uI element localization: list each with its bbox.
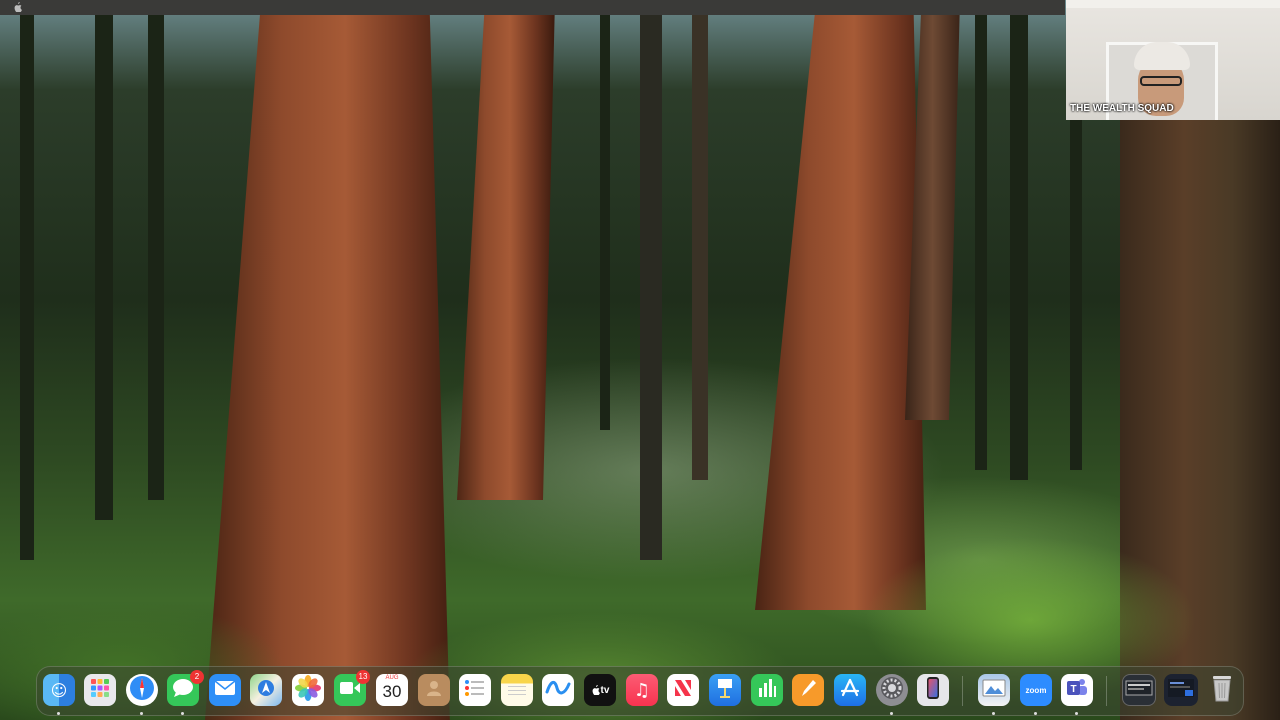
teams-icon: T [1065, 677, 1089, 703]
dock-item-launchpad[interactable] [84, 674, 116, 706]
facetime-icon [339, 681, 361, 699]
dock-item-teams[interactable]: T [1061, 674, 1093, 706]
running-indicator [1075, 712, 1078, 715]
dock-item-news[interactable] [667, 674, 699, 706]
minimized-window-icon [1167, 678, 1195, 702]
finder-icon: ☺ [50, 680, 68, 700]
dock-item-music[interactable]: ♫ [626, 674, 658, 706]
running-indicator [140, 712, 143, 715]
keynote-icon [716, 677, 734, 703]
redwood-trunk [457, 0, 555, 500]
dock-separator [1106, 676, 1107, 706]
dock-item-window-1[interactable] [1122, 674, 1156, 706]
dock-item-finder[interactable]: ☺ [43, 674, 75, 706]
apple-logo-icon[interactable] [13, 2, 22, 13]
calendar-month: AUG [385, 675, 399, 681]
dock-item-app-store[interactable] [834, 674, 866, 706]
dock-item-photos[interactable] [292, 674, 324, 706]
dock-item-safari[interactable] [126, 674, 158, 706]
facetime-badge: 13 [356, 670, 370, 684]
gear-icon [879, 675, 905, 705]
background-tree [1010, 0, 1028, 480]
zoom-label: zoom [1025, 685, 1047, 695]
minimized-window-icon [1125, 680, 1153, 700]
dock-item-reminders[interactable] [459, 674, 491, 706]
news-icon [672, 677, 694, 703]
dock-item-mail[interactable] [209, 674, 241, 706]
participant-name: THE WEALTH SQUAD [1070, 103, 1174, 114]
background-tree [975, 0, 987, 470]
dock-item-window-2[interactable] [1164, 674, 1198, 706]
participant-video-tile[interactable]: THE WEALTH SQUAD [1066, 0, 1280, 120]
dock-item-freeform[interactable] [542, 674, 574, 706]
maps-icon [256, 678, 276, 702]
reminders-icon [464, 678, 486, 702]
dock-item-keynote[interactable] [709, 674, 741, 706]
dock-item-tv[interactable]: tv [584, 674, 616, 706]
dock-item-calendar[interactable]: AUG 30 [376, 674, 408, 706]
dock-item-pages[interactable] [792, 674, 824, 706]
background-tree [148, 0, 164, 500]
dock-item-zoom[interactable]: zoom [1020, 674, 1052, 706]
messages-icon [172, 678, 194, 702]
messages-badge: 2 [190, 670, 204, 684]
photos-icon [295, 675, 321, 705]
pages-icon [798, 678, 818, 702]
trash-icon [1211, 674, 1233, 706]
running-indicator [1034, 712, 1037, 715]
calendar-icon: AUG 30 [376, 674, 408, 706]
running-indicator [181, 712, 184, 715]
menu-bar [0, 0, 1065, 15]
dock-item-maps[interactable] [250, 674, 282, 706]
contacts-icon [424, 678, 444, 702]
svg-text:T: T [1070, 684, 1076, 695]
freeform-icon [545, 678, 571, 702]
dock-separator [962, 676, 963, 706]
notes-icon [506, 680, 528, 700]
zoom-icon: zoom [1026, 686, 1047, 695]
dock-item-numbers[interactable] [751, 674, 783, 706]
music-icon: ♫ [633, 679, 651, 701]
launchpad-icon [90, 678, 110, 702]
dock-item-iphone-mirroring[interactable] [917, 674, 949, 706]
iphone-icon [926, 676, 940, 704]
background-tree [95, 0, 113, 520]
dock-item-trash[interactable] [1206, 674, 1238, 706]
participant-glasses [1140, 76, 1182, 86]
tv-label: tv [600, 684, 610, 696]
mail-icon [214, 680, 236, 700]
running-indicator [57, 712, 60, 715]
running-indicator [992, 712, 995, 715]
dock-item-preview[interactable] [978, 674, 1010, 706]
dock-item-system-settings[interactable] [876, 674, 908, 706]
safari-icon [128, 674, 156, 706]
running-indicator [890, 712, 893, 715]
calendar-day: 30 [382, 682, 402, 701]
preview-icon [982, 678, 1006, 702]
background-tree [692, 0, 708, 480]
room-ceiling [1066, 0, 1280, 8]
numbers-icon [757, 678, 777, 702]
tv-icon: tv [591, 684, 610, 696]
dock-item-contacts[interactable] [418, 674, 450, 706]
background-tree [600, 0, 610, 430]
app-store-icon [839, 677, 861, 703]
dock-item-notes[interactable] [501, 674, 533, 706]
